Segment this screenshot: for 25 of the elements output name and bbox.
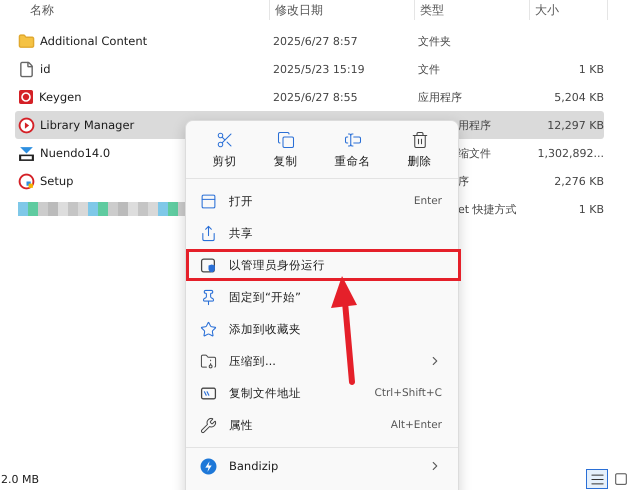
file-size: 5,204 KB [554,90,604,104]
file-type: 文件 [417,62,440,76]
file-size: 1 KB [578,202,604,216]
file-date: 2025/6/27 8:57 [272,35,358,48]
file-type: et 快捷方式 [457,202,517,216]
file-size: 12,297 KB [547,118,604,132]
shortcut-label: Ctrl+Shift+C [374,387,442,399]
file-date: 2025/6/27 8:55 [272,91,358,104]
file-type: 序 [457,174,469,188]
file-type: 应用程序 [417,90,462,104]
file-name: Additional Content [40,34,148,48]
file-name: Nuendo14.0 [40,146,110,160]
status-size: 2.0 MB [1,472,40,486]
file-size: 1,302,892... [538,146,604,160]
file-name: Setup [40,174,74,188]
shortcut-label: Enter [414,195,442,207]
file-name: Keygen [39,90,82,104]
file-type: 文件夹 [417,34,451,48]
file-name: Library Manager [40,118,134,132]
file-type: 用程序 [457,118,491,132]
shortcut-label: Alt+Enter [390,419,442,431]
file-name: id [40,62,50,76]
file-size: 2,276 KB [554,174,604,188]
file-date: 2025/5/23 15:19 [272,63,365,76]
file-size: 1 KB [578,62,604,76]
